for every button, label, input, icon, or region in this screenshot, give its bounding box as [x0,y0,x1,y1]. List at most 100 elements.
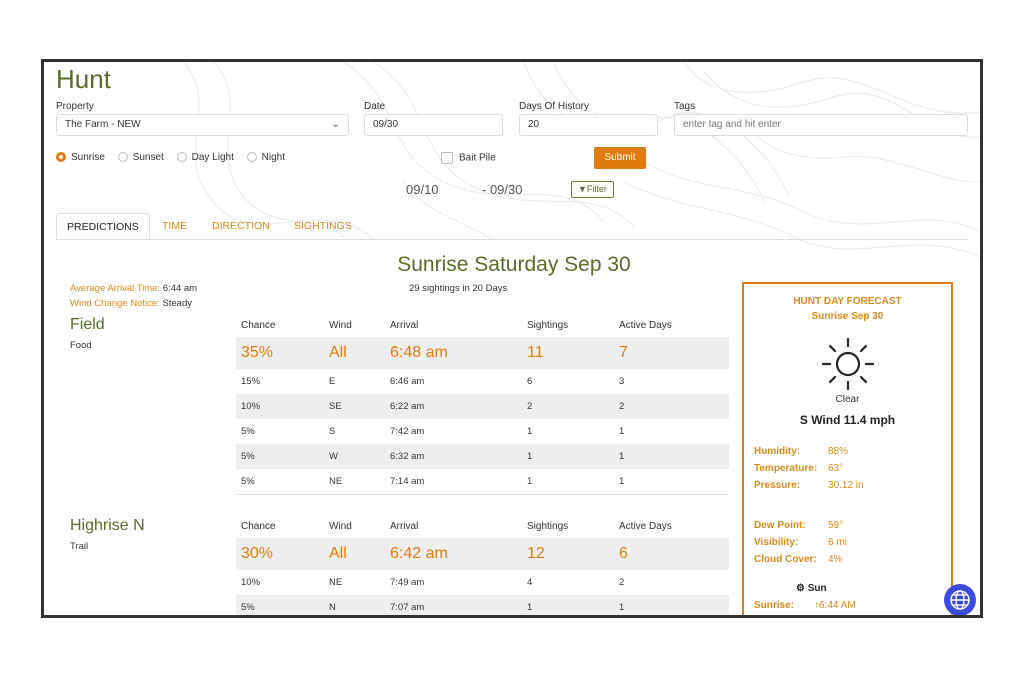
location-type: Food [70,340,92,351]
radio-empty-icon [176,152,187,163]
table-cell: 7:14 am [390,476,425,487]
hunt-day-forecast-panel: HUNT DAY FORECAST Sunrise Sep 30 Clear S… [742,282,953,615]
table-cell: 7:49 am [390,577,425,588]
prediction-heading: Sunrise Saturday Sep 30 [397,253,631,276]
range-end: - 09/30 [482,182,523,197]
sunrise-value: ↑6:44 AM [814,600,856,611]
wind-change-notice: Wind Change Notice: Steady [70,298,192,309]
range-start: 09/10 [406,182,439,197]
tab-direction[interactable]: DIRECTION [202,213,280,240]
table-row: 10% NE 7:49 am 4 2 [236,570,729,595]
table-cell: 5% [241,476,255,487]
gear-sun-icon: ⚙ [796,583,805,594]
radio-empty-icon [246,152,257,163]
table-cell: N [329,602,336,613]
tags-input[interactable]: enter tag and hit enter [674,114,968,136]
table-cell: All [329,344,347,361]
table-cell: 11 [527,344,544,361]
tab-time[interactable]: TIME [152,213,197,240]
table-row: 5% NE 7:14 am 1 1 [236,469,729,495]
table-cell: 1 [527,451,533,462]
column-header: Arrival [390,320,419,331]
table-row: 10% SE 6:22 am 2 2 [236,394,729,419]
table-cell: 12 [527,545,545,562]
location-name: Highrise N [70,517,145,534]
sightings-summary: 29 sightings in 20 Days [409,283,508,294]
forecast-wind: S Wind 11.4 mph [799,413,896,427]
chevron-down-icon: ⌄ [331,119,340,130]
sun-section: ⚙ Sun [796,583,827,594]
table-cell: 5% [241,602,255,613]
table-cell: 6:42 am [390,545,448,562]
summary-row: 30% All 6:42 am 12 6 [236,538,729,570]
humidity-value: 88% [828,446,849,457]
days-of-history-input[interactable]: 20 [519,114,658,136]
table-cell: 7:42 am [390,426,425,437]
column-header: Sightings [527,521,569,532]
table-cell: 1 [527,602,533,613]
table-cell: 1 [619,451,625,462]
tab-divider [56,239,968,240]
column-header: Chance [241,320,276,331]
table-cell: 1 [619,426,625,437]
tab-predictions[interactable]: PREDICTIONS [56,213,150,241]
forecast-condition: Clear [835,394,860,405]
pressure-label: Pressure: [754,480,801,491]
table-row: 5% N 7:07 am 1 1 [236,595,729,615]
table-cell: 10% [241,401,261,412]
page-title: Hunt [56,64,111,94]
table-cell: 5% [241,426,255,437]
tags-label: Tags [674,101,696,112]
table-cell: 3 [619,376,625,387]
table-cell: 6:48 am [390,344,448,361]
humidity-label: Humidity: [754,446,801,457]
table-cell: NE [329,577,343,588]
table-cell: 2 [527,401,533,412]
radio-empty-icon [117,152,128,163]
location-name: Field [70,316,105,333]
bait-pile-checkbox[interactable]: Bait Pile [441,152,496,164]
table-cell: All [329,545,347,562]
radio-sunrise[interactable]: Sunrise [56,152,105,163]
assistant-globe-button[interactable] [944,584,976,615]
radio-night[interactable]: Night [246,152,285,163]
funnel-icon: ▼ [578,184,587,194]
location-type: Trail [70,541,89,552]
radio-sunset[interactable]: Sunset [117,152,164,163]
dew-point-label: Dew Point: [754,520,806,531]
table-row: 5% W 6:32 am 1 1 [236,444,729,469]
table-cell: 35% [241,344,274,361]
table-cell: 15% [241,376,261,387]
table-cell: 5% [241,451,255,462]
tab-sightings[interactable]: SIGHTINGS [284,213,362,240]
table-cell: 1 [619,476,625,487]
filter-button[interactable]: ▼Filter [571,181,614,198]
table-cell: 6 [527,376,533,387]
table-cell: 6:22 am [390,401,425,412]
column-header: Chance [241,521,276,532]
forecast-title: HUNT DAY FORECAST [793,296,902,307]
table-cell: SE [329,401,342,412]
date-label: Date [364,101,386,112]
table-cell: 4 [527,577,533,588]
table-cell: S [329,426,336,437]
sunrise-label: Sunrise: [754,600,795,611]
table-cell: 7:07 am [390,602,425,613]
table-cell: 6:32 am [390,451,425,462]
column-header: Sightings [527,320,569,331]
table-cell: 1 [619,602,625,613]
submit-button[interactable]: Submit [594,147,646,169]
table-cell: E [329,376,336,387]
column-header: Wind [329,320,352,331]
visibility-label: Visibility: [754,537,799,548]
table-cell: NE [329,476,343,487]
radio-day-light[interactable]: Day Light [176,152,234,163]
summary-row: 35% All 6:48 am 11 7 [236,337,729,369]
date-input[interactable]: 09/30 [364,114,503,136]
column-header: Wind [329,521,352,532]
visibility-value: 6 mi [828,537,847,548]
dew-point-value: 59° [828,520,844,531]
table-cell: 1 [527,476,533,487]
property-select[interactable]: The Farm - NEW ⌄ [56,114,349,136]
table-row: 5% S 7:42 am 1 1 [236,419,729,444]
